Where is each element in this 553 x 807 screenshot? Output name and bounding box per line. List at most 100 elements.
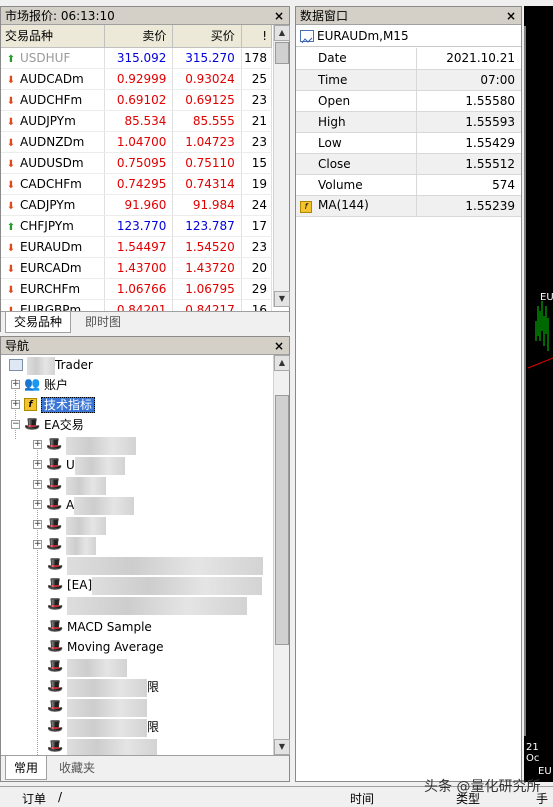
terminal-col-time[interactable]: 时间 [350, 790, 374, 807]
data-window-value: 1.55593 [416, 111, 521, 133]
market-watch-row[interactable]: ⬇ AUDUSDm 0.75095 0.75110 15 [1, 152, 273, 174]
row-symbol: ⬇ AUDCHFm [1, 89, 106, 111]
market-watch-row[interactable]: ⬆ USDHUF 315.092 315.270 178 [1, 47, 273, 69]
data-window-row: High 1.55593 [296, 111, 521, 133]
expert-advisor-icon: 🎩 [47, 718, 64, 734]
col-header-bid[interactable]: 卖价 [104, 25, 174, 48]
expand-plus-icon[interactable]: + [33, 440, 42, 449]
tree-ea-partial-q: 限 [147, 720, 160, 734]
scroll-down-icon[interactable]: ▼ [274, 291, 290, 307]
market-watch-title-bar: 市场报价: 06:13:10 × [1, 7, 289, 25]
row-spread: 20 [241, 257, 273, 279]
redacted-text [67, 718, 147, 737]
tab-tick-chart[interactable]: 即时图 [77, 312, 129, 333]
tree-ea-folder[interactable]: + 🎩 [33, 515, 106, 535]
market-watch-row[interactable]: ⬇ EURCHFm 1.06766 1.06795 29 [1, 278, 273, 300]
navigator-scrollbar[interactable]: ▲ ▼ [273, 355, 290, 755]
terminal-col-order[interactable]: 订单 [22, 790, 46, 807]
tree-ea-macd-sample[interactable]: 🎩 MACD Sample [47, 617, 152, 637]
expert-advisor-icon: 🎩 [47, 738, 64, 754]
market-watch-row[interactable]: ⬇ AUDCADm 0.92999 0.93024 25 [1, 68, 273, 90]
expand-plus-icon[interactable]: + [33, 500, 42, 509]
tree-ea-moving-average[interactable]: 🎩 Moving Average [47, 637, 163, 657]
tab-common[interactable]: 常用 [5, 756, 48, 780]
row-symbol: ⬇ EURCHFm [1, 278, 106, 300]
row-symbol: ⬇ AUDCADm [1, 68, 106, 90]
tree-ea-item[interactable]: 🎩 [EA] [47, 575, 263, 595]
expand-plus-icon[interactable]: + [11, 380, 20, 389]
market-watch-row[interactable]: ⬇ EURCADm 1.43700 1.43720 20 [1, 257, 273, 279]
redacted-text [74, 496, 135, 515]
market-watch-row[interactable]: ⬇ AUDNZDm 1.04700 1.04723 23 [1, 131, 273, 153]
col-header-symbol[interactable]: 交易品种 [1, 25, 106, 48]
tree-ea-item[interactable]: 🎩 [47, 595, 247, 615]
expand-plus-icon[interactable]: + [33, 520, 42, 529]
tab-favorites[interactable]: 收藏夹 [51, 756, 103, 780]
scrollbar-thumb[interactable] [275, 42, 289, 64]
data-window-value: 07:00 [416, 69, 521, 91]
data-window-key-label: Time [318, 72, 348, 87]
scrollbar-thumb[interactable] [275, 395, 289, 645]
market-watch-row[interactable]: ⬇ CADCHFm 0.74295 0.74314 19 [1, 173, 273, 195]
expand-plus-icon[interactable]: + [33, 460, 42, 469]
tree-ea-folder[interactable]: + 🎩 A [33, 495, 135, 515]
market-watch-close-icon[interactable]: × [273, 7, 285, 25]
data-window-key: f MA(144) [296, 195, 417, 217]
tree-ea-folder[interactable]: + 🎩 U [33, 455, 125, 475]
arrow-down-icon: ⬇ [6, 200, 16, 212]
data-window-panel: 数据窗口 × EURAUDm,M15 Date 2021.10.21 Time 07:… [295, 6, 522, 782]
expand-plus-icon[interactable]: + [33, 480, 42, 489]
market-watch-scrollbar[interactable]: ▲ ▼ [273, 25, 290, 307]
tree-item-indicators-label: 技术指标 [41, 397, 96, 413]
data-window-close-icon[interactable]: × [505, 7, 517, 25]
navigator-close-icon[interactable]: × [273, 337, 285, 355]
tree-item-accounts[interactable]: + 👥 账户 [11, 375, 68, 395]
data-window-row: Time 07:00 [296, 69, 521, 91]
data-window-key: Volume [296, 174, 417, 196]
tree-ea-item[interactable]: 🎩 限 [47, 717, 159, 737]
tree-ea-folder[interactable]: + 🎩 [33, 435, 136, 455]
tree-ea-item[interactable]: 🎩 [47, 697, 147, 717]
tab-symbols[interactable]: 交易品种 [5, 312, 72, 333]
data-window-key: Close [296, 153, 417, 175]
chart-icon [300, 29, 314, 43]
market-watch-row[interactable]: ⬇ AUDJPYm 85.534 85.555 21 [1, 110, 273, 132]
tree-ea-folder[interactable]: + 🎩 [33, 475, 106, 495]
scroll-up-icon[interactable]: ▲ [274, 25, 290, 41]
row-bid: 0.75095 [104, 152, 174, 174]
tree-ea-macd-sample-label: MACD Sample [67, 620, 152, 634]
redacted-text [67, 556, 263, 575]
tree-root[interactable]: Trader [9, 355, 93, 375]
tree-ea-item[interactable]: 🎩 [47, 737, 157, 755]
row-symbol-label: AUDCHFm [20, 92, 83, 107]
tree-ea-item[interactable]: 🎩 [47, 657, 127, 677]
expand-plus-icon[interactable]: + [33, 540, 42, 549]
tree-ea-item[interactable]: 🎩 限 [47, 677, 159, 697]
tree-ea-item[interactable]: 🎩 [47, 555, 263, 575]
tree-ea-folder[interactable]: + 🎩 [33, 535, 96, 555]
market-watch-row[interactable]: ⬇ CADJPYm 91.960 91.984 24 [1, 194, 273, 216]
row-symbol-label: CHFJPYm [20, 218, 74, 233]
arrow-up-icon: ⬆ [6, 53, 16, 65]
market-watch-row[interactable]: ⬆ CHFJPYm 123.770 123.787 17 [1, 215, 273, 237]
redacted-text [67, 596, 247, 615]
row-symbol-label: AUDJPYm [20, 113, 76, 128]
market-watch-row[interactable]: ⬇ AUDCHFm 0.69102 0.69125 23 [1, 89, 273, 111]
scroll-up-icon[interactable]: ▲ [274, 355, 290, 371]
expert-advisor-icon: 🎩 [46, 516, 63, 532]
scroll-down-icon[interactable]: ▼ [274, 739, 290, 755]
expand-plus-icon[interactable]: + [11, 400, 20, 409]
row-spread: 15 [241, 152, 273, 174]
market-watch-row[interactable]: ⬇ EURAUDm 1.54497 1.54520 23 [1, 236, 273, 258]
tree-item-ea[interactable]: − 🎩 EA交易 [11, 415, 84, 435]
tree-ea-partial-h: 限 [147, 680, 160, 694]
chart-window-edge[interactable]: EU 21 Oc EU [524, 6, 553, 782]
data-window-row: Close 1.55512 [296, 153, 521, 175]
tree-item-indicators[interactable]: + f 技术指标 [11, 395, 96, 415]
col-header-spread[interactable]: ! [241, 25, 273, 48]
tree-item-accounts-label: 账户 [44, 378, 69, 392]
col-header-ask[interactable]: 买价 [172, 25, 242, 48]
collapse-minus-icon[interactable]: − [11, 420, 20, 429]
data-window-value: 574 [416, 174, 521, 196]
data-window-key-label: Open [318, 93, 351, 108]
